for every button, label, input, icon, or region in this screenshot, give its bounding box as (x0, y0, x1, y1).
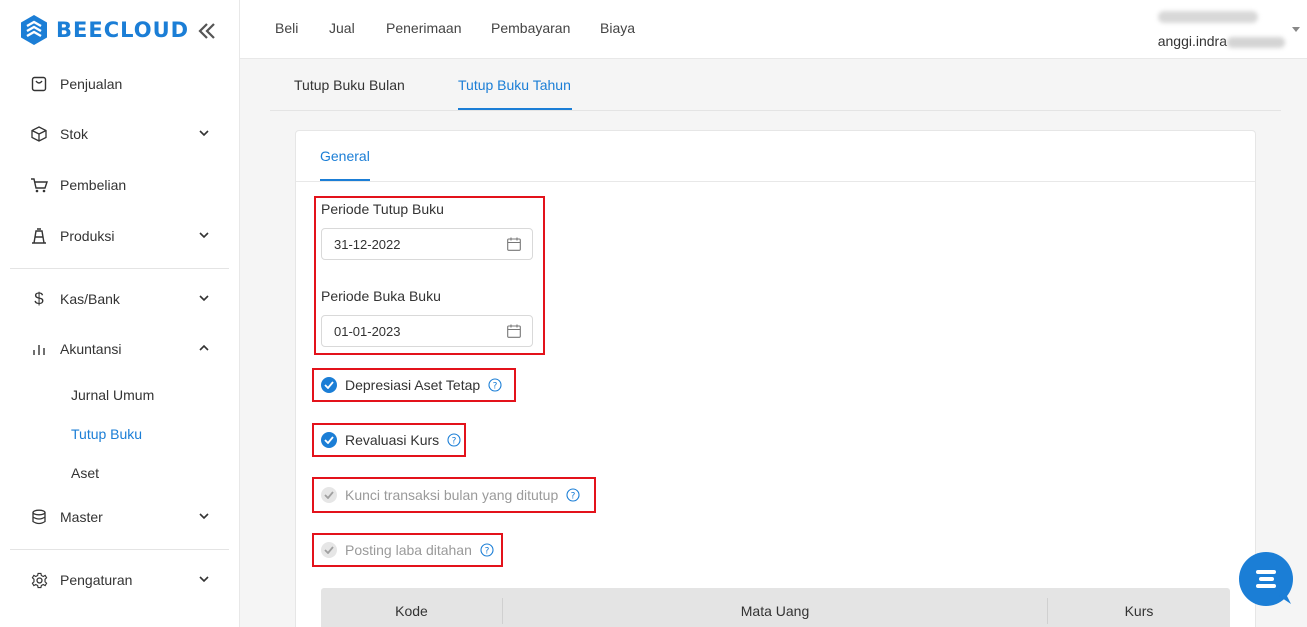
chevron-down-icon (199, 295, 209, 302)
option-posting-laba: Posting laba ditahan ? (321, 542, 494, 558)
column-header-kurs[interactable]: Kurs (1048, 588, 1230, 627)
beecloud-logo-icon (21, 15, 47, 45)
sidebar-item-label: Akuntansi (60, 341, 122, 357)
help-icon[interactable]: ? (480, 543, 494, 557)
collapse-sidebar-icon[interactable] (196, 20, 218, 42)
sidebar-item-label: Kas/Bank (60, 291, 120, 307)
box-icon (30, 125, 48, 143)
option-label: Kunci transaksi bulan yang ditutup (345, 487, 559, 503)
chevron-down-icon (199, 130, 209, 137)
sidebar-subitem-aset[interactable]: Aset (0, 456, 240, 490)
help-icon[interactable]: ? (488, 378, 502, 392)
close-period-date-input[interactable]: 31-12-2022 (321, 228, 533, 260)
sidebar-item-label: Master (60, 509, 103, 525)
calendar-icon (507, 237, 521, 251)
option-revaluasi-kurs[interactable]: Revaluasi Kurs ? (321, 432, 461, 448)
checkbox-disabled (321, 542, 337, 558)
currency-table-header: Kode Mata Uang Kurs (321, 588, 1230, 627)
topnav-pembayaran[interactable]: Pembayaran (491, 20, 570, 36)
option-label: Posting laba ditahan (345, 542, 472, 558)
calendar-icon (507, 324, 521, 338)
sidebar-item-penjualan[interactable]: Penjualan (0, 62, 240, 106)
tabs-divider (270, 110, 1281, 111)
database-icon (30, 508, 48, 526)
sidebar-item-akuntansi[interactable]: Akuntansi (0, 327, 240, 371)
option-label: Depresiasi Aset Tetap (345, 377, 481, 393)
chevron-up-icon (199, 344, 209, 351)
checkbox-checked[interactable] (321, 432, 337, 448)
svg-text:?: ? (452, 436, 457, 446)
close-period-value: 31-12-2022 (334, 236, 401, 252)
tab-general[interactable]: General (320, 148, 370, 164)
close-period-label: Periode Tutup Buku (321, 201, 444, 217)
sidebar-item-pengaturan[interactable]: Pengaturan (0, 558, 240, 602)
sidebar: BEECLOUD Penjualan Stok Pembelian Produk… (0, 0, 240, 627)
help-icon[interactable]: ? (447, 433, 461, 447)
tab-tutup-buku-tahun[interactable]: Tutup Buku Tahun (458, 77, 571, 93)
column-header-mata-uang[interactable]: Mata Uang (503, 588, 1047, 627)
sidebar-item-stok[interactable]: Stok (0, 112, 240, 156)
checkbox-disabled (321, 487, 337, 503)
sidebar-divider (10, 268, 229, 269)
receipt-icon (30, 75, 48, 93)
option-depresiasi-aset-tetap[interactable]: Depresiasi Aset Tetap ? (321, 377, 502, 393)
sidebar-item-label: Stok (60, 126, 89, 142)
topnav-biaya[interactable]: Biaya (600, 20, 635, 36)
topnav-beli[interactable]: Beli (275, 20, 298, 36)
option-label: Revaluasi Kurs (345, 432, 440, 448)
svg-text:?: ? (571, 491, 576, 501)
user-email: anggi.indra (1158, 33, 1285, 49)
chat-icon (1256, 570, 1291, 604)
sidebar-item-label: Pembelian (60, 177, 127, 193)
sidebar-divider (10, 549, 229, 550)
top-bar: Beli Jual Penerimaan Pembayaran Biaya an… (240, 0, 1307, 59)
active-tab-indicator (458, 108, 572, 110)
sidebar-item-label: Penjualan (60, 76, 123, 92)
topnav-penerimaan[interactable]: Penerimaan (386, 20, 462, 36)
checkbox-checked[interactable] (321, 377, 337, 393)
sidebar-item-label: Produksi (60, 228, 115, 244)
svg-text:?: ? (484, 546, 489, 556)
factory-icon (30, 227, 48, 245)
option-kunci-transaksi: Kunci transaksi bulan yang ditutup ? (321, 487, 580, 503)
sidebar-item-produksi[interactable]: Produksi (0, 214, 240, 258)
brand-name: BEECLOUD (56, 18, 190, 42)
sidebar-item-master[interactable]: Master (0, 495, 240, 539)
brand-logo[interactable]: BEECLOUD (20, 14, 189, 46)
active-card-tab-indicator (320, 179, 370, 181)
caret-down-icon[interactable] (1292, 27, 1300, 32)
bar-chart-icon (30, 340, 48, 358)
user-menu[interactable]: anggi.indra (1157, 10, 1285, 49)
chevron-down-icon (199, 232, 209, 239)
card-tabs-divider (296, 181, 1255, 182)
gear-icon (30, 571, 48, 589)
help-icon[interactable]: ? (566, 488, 580, 502)
topnav-jual[interactable]: Jual (329, 20, 355, 36)
sidebar-subitem-tutup-buku[interactable]: Tutup Buku (0, 417, 240, 451)
sidebar-subitem-jurnal-umum[interactable]: Jurnal Umum (0, 378, 240, 412)
chat-support-button[interactable] (1239, 552, 1293, 606)
sidebar-item-pembelian[interactable]: Pembelian (0, 163, 240, 207)
chevron-down-icon (199, 576, 209, 583)
cart-icon (30, 176, 48, 194)
chevron-down-icon (199, 513, 209, 520)
tab-tutup-buku-bulan[interactable]: Tutup Buku Bulan (294, 77, 405, 93)
open-period-value: 01-01-2023 (334, 323, 401, 339)
sidebar-item-label: Pengaturan (60, 572, 133, 588)
open-period-label: Periode Buka Buku (321, 288, 441, 304)
column-header-kode[interactable]: Kode (321, 588, 502, 627)
svg-text:?: ? (493, 381, 498, 391)
dollar-icon: $ (34, 289, 44, 308)
sidebar-item-kas-bank[interactable]: $ Kas/Bank (0, 277, 240, 321)
open-period-date-input[interactable]: 01-01-2023 (321, 315, 533, 347)
user-company (1157, 10, 1285, 28)
